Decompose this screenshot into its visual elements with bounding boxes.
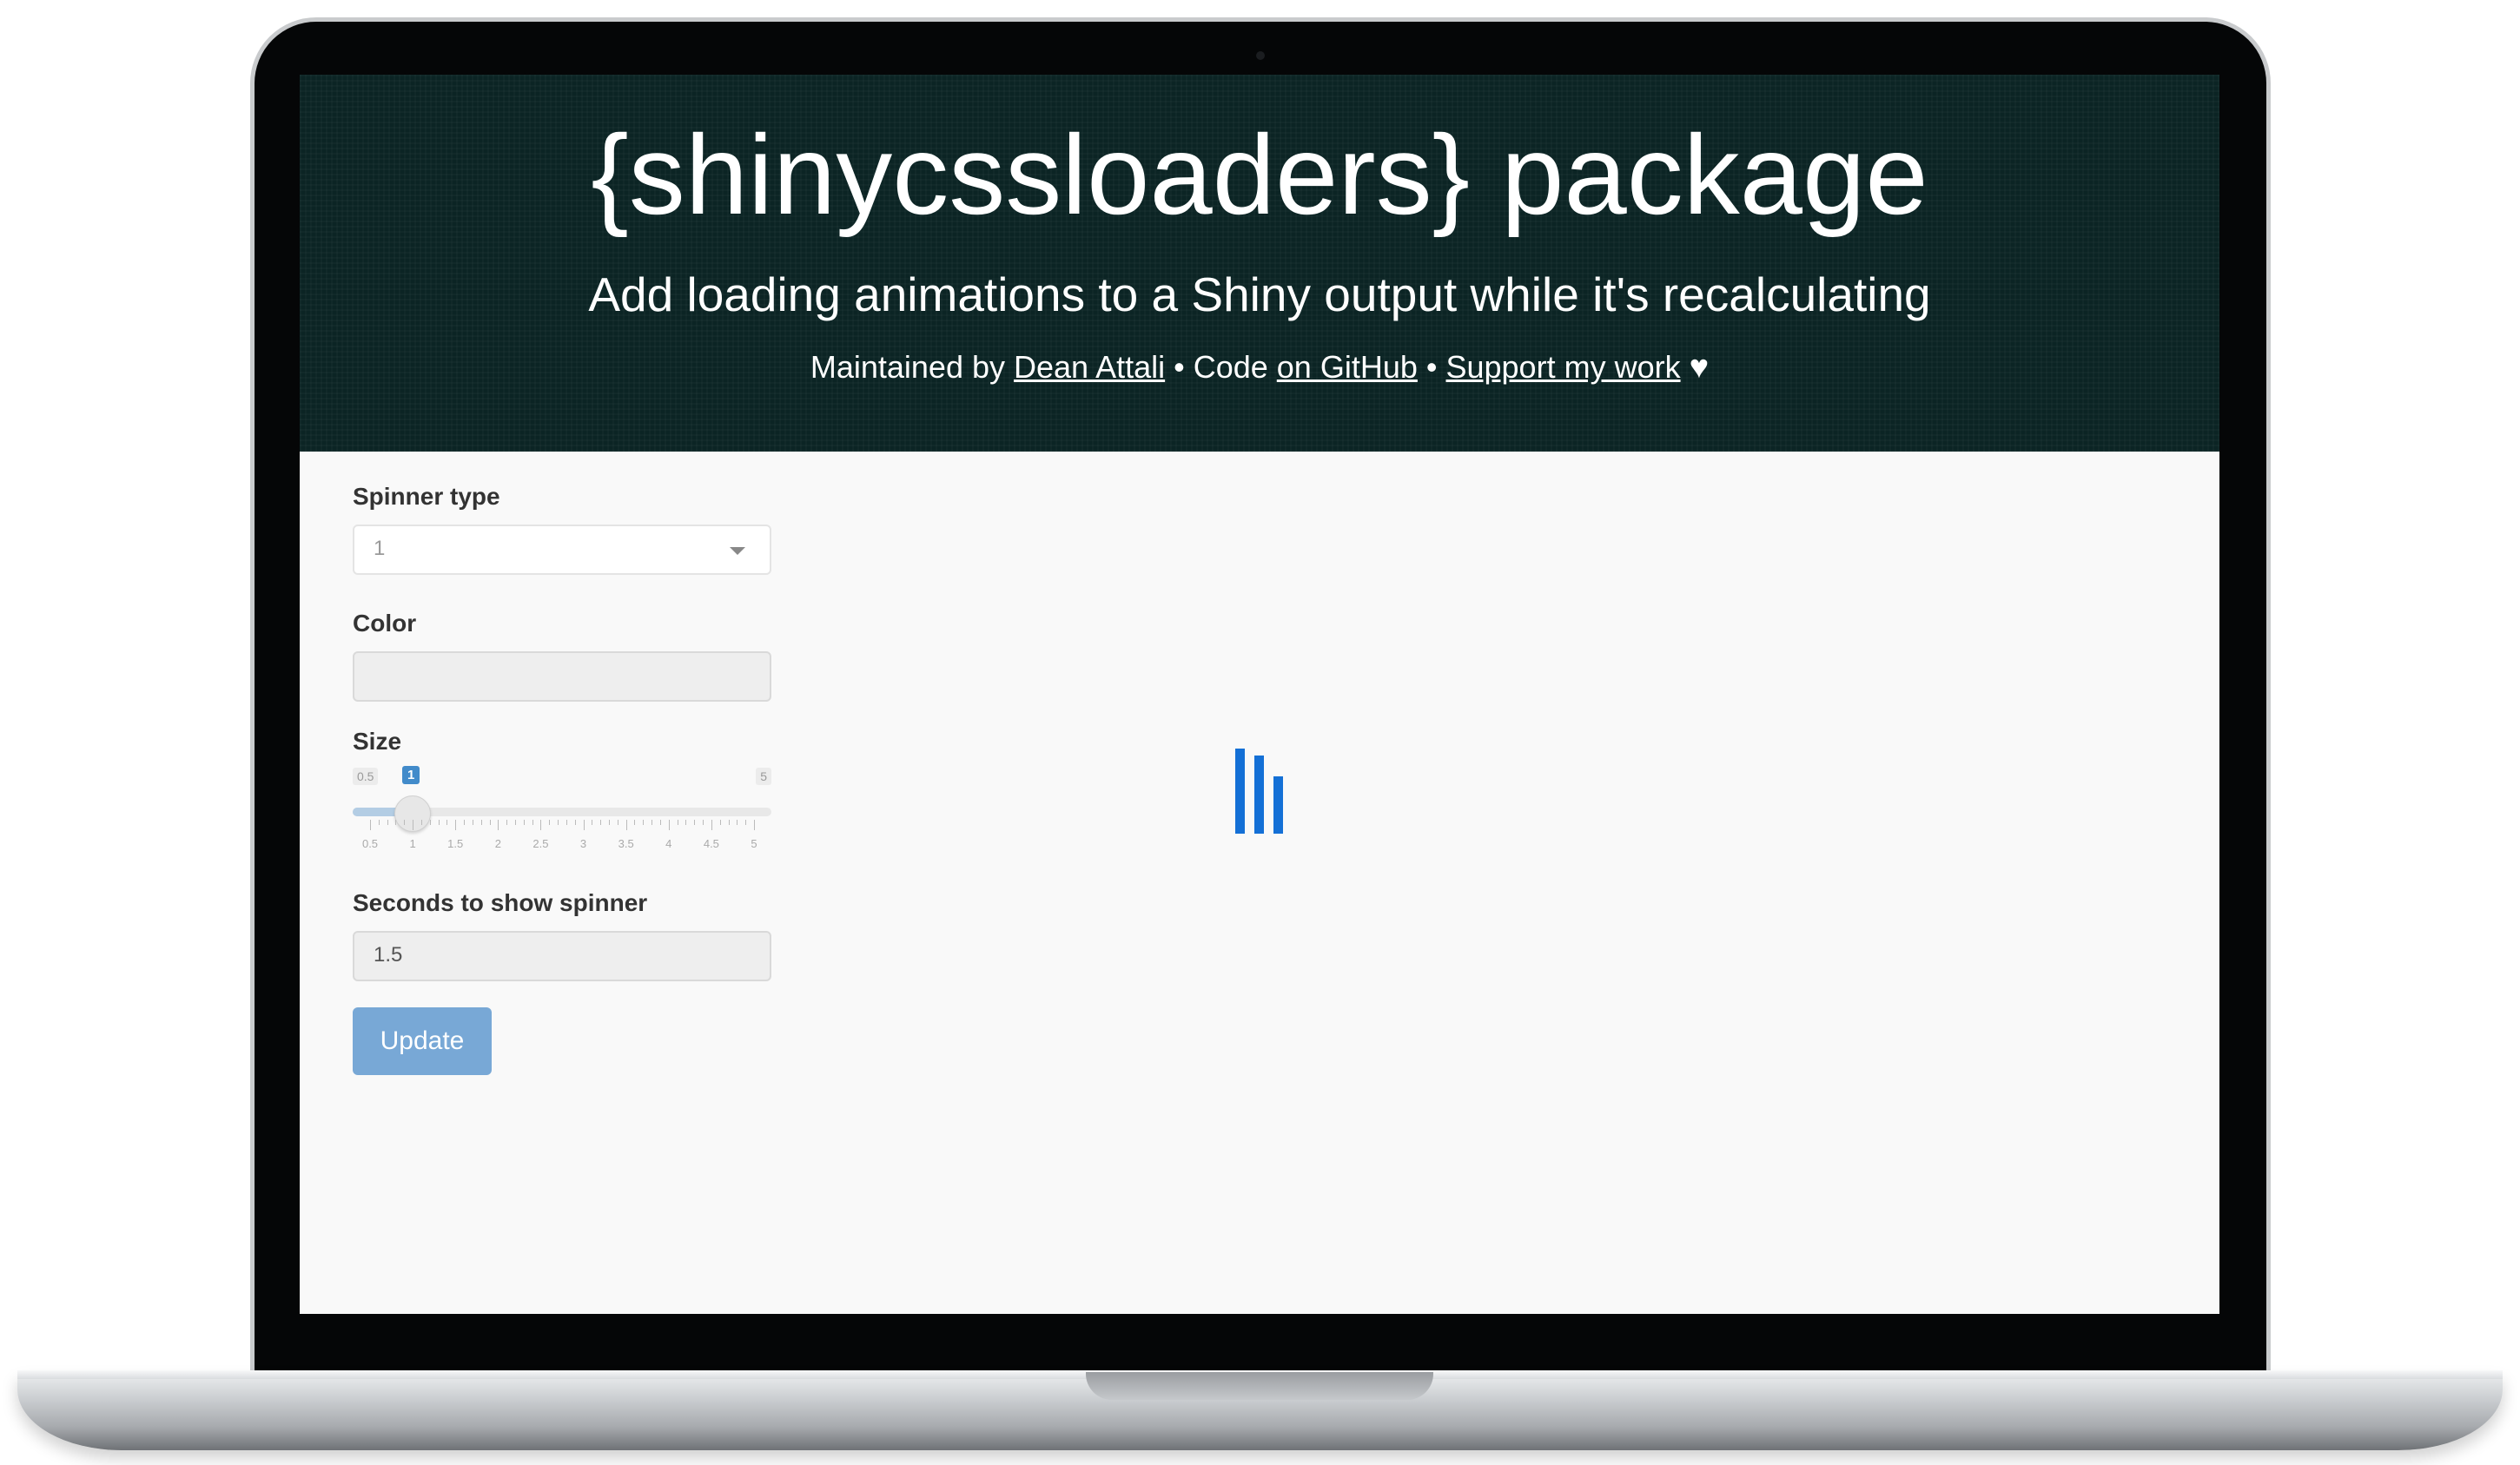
slider-minor-tick <box>719 820 721 825</box>
slider-minor-tick <box>634 820 636 825</box>
slider-minor-tick <box>464 820 466 825</box>
slider-minor-tick <box>651 820 653 825</box>
slider-tick-label: 4 <box>665 837 672 850</box>
slider-minor-tick <box>438 820 440 825</box>
update-button[interactable]: Update <box>353 1007 492 1075</box>
camera-dot <box>1256 51 1265 60</box>
slider-minor-tick <box>609 820 611 825</box>
slider-tick-label: 3.5 <box>618 837 634 850</box>
slider-minor-tick <box>420 820 422 825</box>
slider-minor-tick <box>566 820 567 825</box>
page-title: {shinycssloaders} package <box>591 111 1928 238</box>
spinner-bar <box>1273 776 1283 834</box>
size-max-label: 5 <box>756 768 771 785</box>
size-label: Size <box>353 728 402 755</box>
slider-minor-tick <box>387 820 388 825</box>
slider-tick-label: 0.5 <box>361 837 379 850</box>
slider-minor-tick <box>600 820 602 825</box>
slider-tick-label: 1 <box>409 837 416 850</box>
slider-minor-tick <box>745 820 747 825</box>
spinner-type-select[interactable]: 1 <box>353 525 771 575</box>
slider-major-tick <box>583 820 585 830</box>
laptop-hinge-notch <box>1086 1372 1433 1400</box>
slider-major-tick <box>498 820 499 830</box>
app-header: {shinycssloaders} package Add loading an… <box>300 75 2219 452</box>
slider-minor-tick <box>574 820 576 825</box>
slider-minor-tick <box>549 820 551 825</box>
slider-minor-tick <box>446 820 448 825</box>
github-link[interactable]: on GitHub <box>1277 349 1418 385</box>
slider-minor-tick <box>523 820 525 825</box>
slider-minor-tick <box>514 820 516 825</box>
app-screen: {shinycssloaders} package Add loading an… <box>300 75 2219 1314</box>
slider-minor-tick <box>506 820 508 825</box>
slider-major-tick <box>668 820 670 830</box>
spinner-bar <box>1235 749 1245 834</box>
code-text: • Code <box>1165 349 1277 385</box>
maintained-by-text: Maintained by <box>810 349 1014 385</box>
heart-icon: ♥ <box>1689 349 1710 386</box>
slider-tick-label: 1.5 <box>447 837 464 850</box>
color-label: Color <box>353 610 417 637</box>
slider-minor-tick <box>489 820 491 825</box>
slider-major-tick <box>754 820 755 830</box>
loading-spinner <box>1235 747 1287 834</box>
slider-minor-tick <box>694 820 696 825</box>
author-link[interactable]: Dean Attali <box>1014 349 1165 385</box>
slider-minor-tick <box>532 820 533 825</box>
size-min-label: 0.5 <box>353 768 379 785</box>
slider-major-tick <box>370 820 371 830</box>
slider-major-tick <box>625 820 627 830</box>
slider-ticks: 0.5 1 1.5 2 2.5 3 3.5 4 4.5 5 <box>353 820 771 855</box>
page-subtitle: Add loading animations to a Shiny output… <box>588 267 1931 321</box>
slider-minor-tick <box>728 820 730 825</box>
slider-minor-tick <box>378 820 380 825</box>
slider-minor-tick <box>395 820 397 825</box>
size-slider[interactable]: 0.5 1 5 0.5 1 1.5 2 2.5 3 3.5 4 4.5 5 <box>353 762 771 858</box>
slider-minor-tick <box>558 820 559 825</box>
slider-minor-tick <box>429 820 431 825</box>
support-link[interactable]: Support my work <box>1445 349 1680 385</box>
spinner-bar <box>1254 756 1264 834</box>
spinner-type-label: Spinner type <box>353 483 500 510</box>
seconds-input[interactable]: 1.5 <box>353 931 771 981</box>
size-current-value: 1 <box>402 766 420 784</box>
slider-tick-label: 2 <box>494 837 501 850</box>
slider-major-tick <box>711 820 712 830</box>
slider-minor-tick <box>659 820 661 825</box>
slider-minor-tick <box>480 820 482 825</box>
slider-minor-tick <box>685 820 687 825</box>
slider-minor-tick <box>703 820 704 825</box>
slider-major-tick <box>540 820 542 830</box>
controls-sidebar: Spinner type 1 Color Size 0.5 1 5 0.5 1 1.… <box>353 483 778 1075</box>
credits-line: Maintained by Dean Attali • Code on GitH… <box>300 346 2219 389</box>
separator-text: • <box>1417 349 1446 385</box>
seconds-label: Seconds to show spinner <box>353 889 648 916</box>
slider-tick-label: 5 <box>751 837 757 850</box>
slider-tick-label: 2.5 <box>532 837 549 850</box>
laptop-mockup: {shinycssloaders} package Add loading an… <box>0 0 2520 1465</box>
chevron-down-icon <box>730 547 745 555</box>
slider-tick-label: 3 <box>579 837 587 850</box>
spinner-type-value: 1 <box>374 537 386 560</box>
slider-minor-tick <box>404 820 406 825</box>
slider-major-tick <box>455 820 457 830</box>
slider-tick-label: 4.5 <box>703 837 719 850</box>
color-input[interactable] <box>353 651 771 702</box>
slider-minor-tick <box>643 820 645 825</box>
